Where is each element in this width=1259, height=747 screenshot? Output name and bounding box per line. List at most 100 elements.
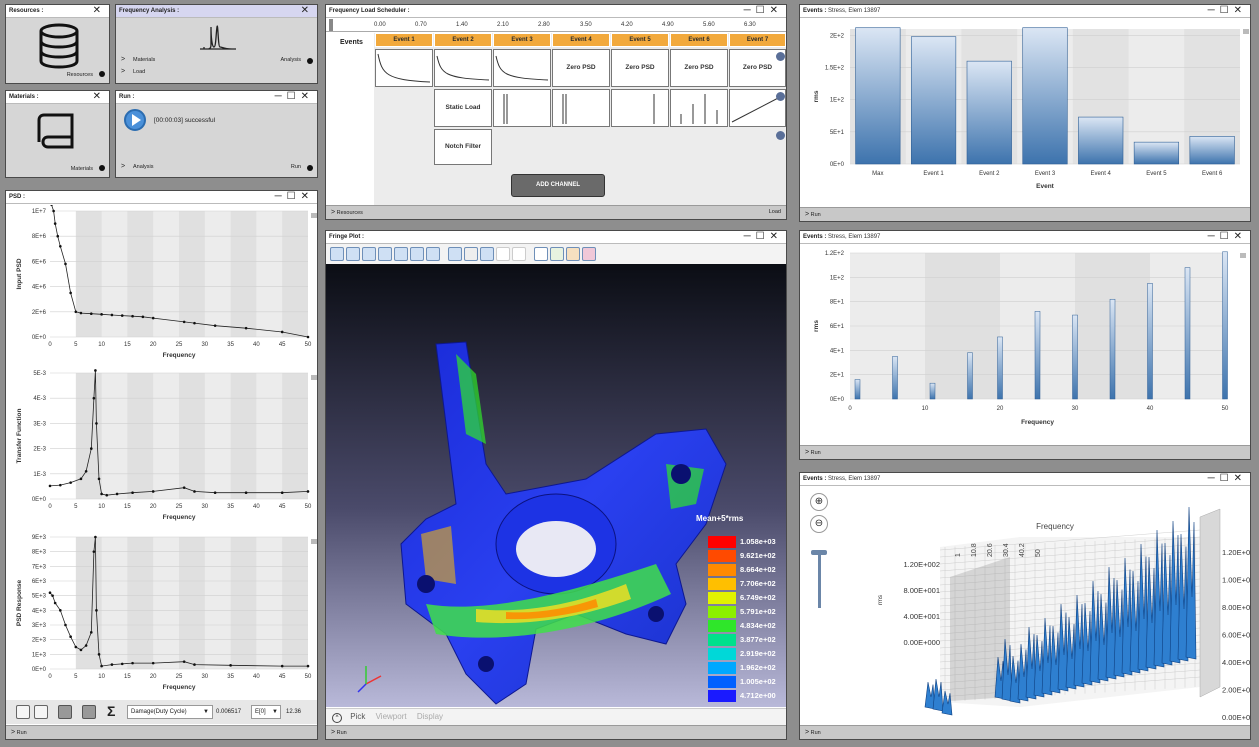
layout-rows-icon[interactable] [34,705,48,719]
view-right-icon[interactable] [378,247,392,261]
event-header[interactable]: Event 1 [375,33,433,47]
input-port-run[interactable]: > [11,729,15,736]
static-load-cell[interactable] [670,89,728,127]
undo-icon[interactable] [496,247,510,261]
histogram-mode-icon[interactable] [82,705,96,719]
color-map-icon[interactable] [582,247,596,261]
events-bot-title-bar[interactable]: Events : Stress, Elem 13897 ─☐✕ [800,473,1250,486]
event-header[interactable]: Event 2 [434,33,492,47]
events-mid-title-bar[interactable]: Events : Stress, Elem 13897 ─☐✕ [800,231,1250,244]
redo-icon[interactable] [512,247,526,261]
static-load-cell[interactable] [611,89,669,127]
close-icon[interactable]: ✕ [93,5,106,17]
static-load-cell[interactable] [493,89,551,127]
notch-filter-cell[interactable]: Notch Filter [434,129,492,165]
event-header[interactable]: Event 4 [552,33,610,47]
window-controls[interactable]: ─☐✕ [744,231,783,243]
psd-curve-cell[interactable] [493,49,551,87]
zero-psd-cell[interactable]: Zero PSD [552,49,610,87]
zoom-box-icon[interactable] [480,247,494,261]
fringe-plot-panel[interactable]: Fringe Plot : ─☐✕ Mean+5*rms 1.058e+03 9… [325,230,787,740]
psd-curve-cell[interactable] [375,49,433,87]
tab-pick[interactable]: Pick [350,712,365,721]
e-select[interactable]: E[0] ▼ [251,705,281,719]
view-top-icon[interactable] [394,247,408,261]
event-header[interactable]: Event 5 [611,33,669,47]
output-port[interactable] [307,58,313,64]
run-node[interactable]: Run : ─☐✕ [00:00:03] successful > Analysi… [115,90,318,178]
window-controls[interactable]: ─☐✕ [744,5,783,17]
zero-psd-cell[interactable]: Zero PSD [611,49,669,87]
input-port-load[interactable]: > [121,68,125,75]
edit-pencil-icon[interactable] [776,131,785,140]
window-controls[interactable]: ─☐✕ [1208,231,1247,243]
input-port-run[interactable]: > [331,729,335,736]
tab-viewport[interactable]: Viewport [376,712,407,721]
fringe-title-bar[interactable]: Fringe Plot : ─☐✕ [326,231,786,244]
color-palette-icon[interactable] [566,247,580,261]
edit-pencil-icon[interactable] [776,52,785,61]
static-load-cell[interactable]: Static Load [434,89,492,127]
view-left-icon[interactable] [362,247,376,261]
timeline-slider-handle[interactable] [329,19,333,31]
resources-title-bar[interactable]: Resources : ✕ [6,5,109,18]
events-bar-panel[interactable]: Events : Stress, Elem 13897 ─☐✕ 0E+0 5E+1 1… [799,4,1251,222]
events-top-title-bar[interactable]: Events : Stress, Elem 13897 ─☐✕ [800,5,1250,18]
zoom-in-button[interactable]: ⊕ [810,493,828,511]
zoom-slider-thumb[interactable] [811,550,827,555]
psd-panel[interactable]: PSD : ─☐✕ 0E+0 2E+6 4E+6 6E+6 8E+6 1E+7 0 5 10 15 2… [5,190,318,740]
event-header[interactable]: Event 7 [729,33,786,47]
fit-view-icon[interactable] [448,247,462,261]
sigma-button[interactable]: Σ [107,703,115,719]
person-icon[interactable] [550,247,564,261]
materials-node[interactable]: Materials : ✕ Materials [5,90,110,178]
static-load-cell[interactable] [552,89,610,127]
frequency-analysis-title-bar[interactable]: Frequency Analysis : ✕ [116,5,317,18]
window-controls[interactable]: ─☐✕ [275,191,314,203]
resources-node[interactable]: Resources : ✕ Resources [5,4,110,84]
frequency-analysis-node[interactable]: Frequency Analysis : ✕ > Materials > Load… [115,4,318,84]
close-icon[interactable]: ✕ [301,5,314,17]
events-3d-panel[interactable]: Events : Stress, Elem 13897 ─☐✕ ⊕ ⊖ Frequ… [799,472,1251,740]
zoom-out-button[interactable]: ⊖ [810,515,828,533]
materials-title-bar[interactable]: Materials : ✕ [6,91,109,104]
zoom-slider[interactable] [818,553,821,608]
grid-icon[interactable] [534,247,548,261]
output-port[interactable] [99,165,105,171]
scheduler-title-bar[interactable]: Frequency Load Scheduler : ─☐✕ [326,5,786,18]
window-controls[interactable]: ─☐✕ [275,91,314,103]
timeline-ruler[interactable]: 0.00 0.70 1.40 2.10 2.80 3.50 4.20 4.90 … [326,18,786,32]
layout-columns-icon[interactable] [16,705,30,719]
add-channel-button[interactable]: ADD CHANNEL [511,174,605,197]
view-bottom-icon[interactable] [410,247,424,261]
close-icon[interactable]: ✕ [93,91,106,103]
input-port-analysis[interactable]: > [121,163,125,170]
input-port-run[interactable]: > [805,449,809,456]
output-port[interactable] [99,71,105,77]
psd-curve-cell[interactable] [434,49,492,87]
events-frequency-panel[interactable]: Events : Stress, Elem 13897 ─☐✕ 0E+0 2E+1 4… [799,230,1251,460]
curve-mode-icon[interactable] [58,705,72,719]
view-front-icon[interactable] [330,247,344,261]
collapse-icon[interactable]: ^ [332,713,342,723]
damage-select[interactable]: Damage(Duty Cycle) ▼ [127,705,213,719]
psd-title-bar[interactable]: PSD : ─☐✕ [6,191,317,204]
window-controls[interactable]: ─☐✕ [1208,473,1247,485]
edit-pencil-icon[interactable] [776,92,785,101]
input-port-materials[interactable]: > [121,56,125,63]
zero-psd-cell[interactable]: Zero PSD [670,49,728,87]
input-port-run[interactable]: > [805,729,809,736]
tab-display[interactable]: Display [417,712,443,721]
output-port[interactable] [307,165,313,171]
data-point [74,645,78,649]
center-icon[interactable] [464,247,478,261]
input-port-resources[interactable]: > [331,209,335,216]
view-iso-icon[interactable] [426,247,440,261]
frequency-load-scheduler[interactable]: Frequency Load Scheduler : ─☐✕ 0.00 0.70 … [325,4,787,220]
event-header[interactable]: Event 6 [670,33,728,47]
event-header[interactable]: Event 3 [493,33,551,47]
window-controls[interactable]: ─☐✕ [1208,5,1247,17]
input-port-run[interactable]: > [805,211,809,218]
run-title-bar[interactable]: Run : ─☐✕ [116,91,317,104]
view-back-icon[interactable] [346,247,360,261]
